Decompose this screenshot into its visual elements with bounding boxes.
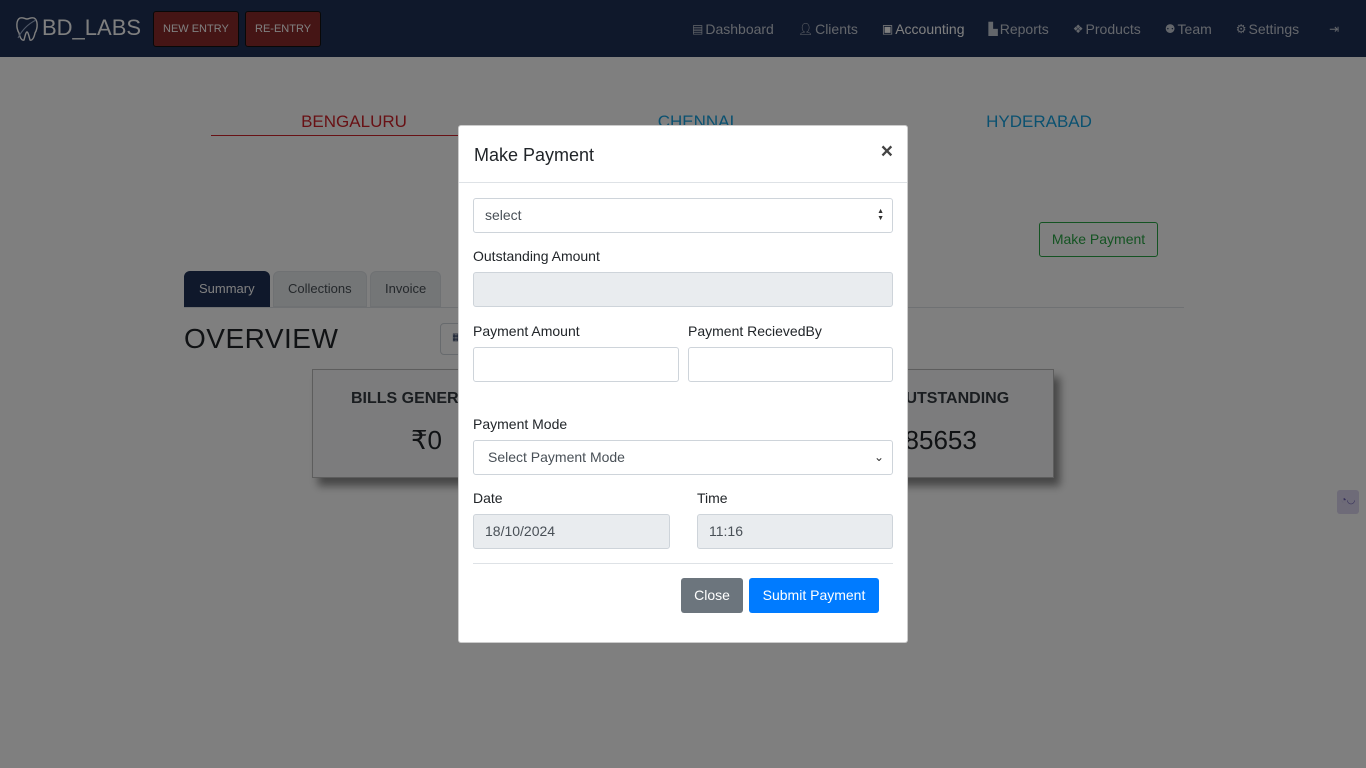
modal-header: Make Payment × xyxy=(459,126,907,183)
chevron-down-icon: ⌄ xyxy=(873,450,884,464)
modal-title: Make Payment xyxy=(474,145,595,165)
outstanding-amount-field[interactable] xyxy=(473,272,893,307)
make-payment-modal: Make Payment × select ▲ ▼ Outstanding Amo… xyxy=(458,125,908,643)
modal-footer-divider xyxy=(473,563,893,564)
outstanding-amount-label: Outstanding Amount xyxy=(473,248,600,264)
payment-mode-label: Payment Mode xyxy=(473,416,568,432)
payment-mode-value: Select Payment Mode xyxy=(488,449,625,465)
submit-payment-button[interactable]: Submit Payment xyxy=(749,578,879,613)
payment-received-by-label: Payment RecievedBy xyxy=(688,323,822,339)
time-field[interactable]: 11:16 xyxy=(697,514,893,549)
payment-amount-input[interactable] xyxy=(473,347,679,382)
date-label: Date xyxy=(473,490,503,506)
payment-amount-label: Payment Amount xyxy=(473,323,580,339)
close-icon[interactable]: × xyxy=(881,140,893,164)
time-label: Time xyxy=(697,490,728,506)
payment-received-by-input[interactable] xyxy=(688,347,893,382)
client-select-value: select xyxy=(485,207,522,223)
date-field[interactable]: 18/10/2024 xyxy=(473,514,670,549)
payment-mode-select[interactable]: Select Payment Mode ⌄ xyxy=(473,440,893,475)
client-select[interactable]: select ▲ ▼ xyxy=(473,198,893,233)
sort-arrows-icon: ▲ ▼ xyxy=(877,208,884,222)
close-button[interactable]: Close xyxy=(681,578,743,613)
